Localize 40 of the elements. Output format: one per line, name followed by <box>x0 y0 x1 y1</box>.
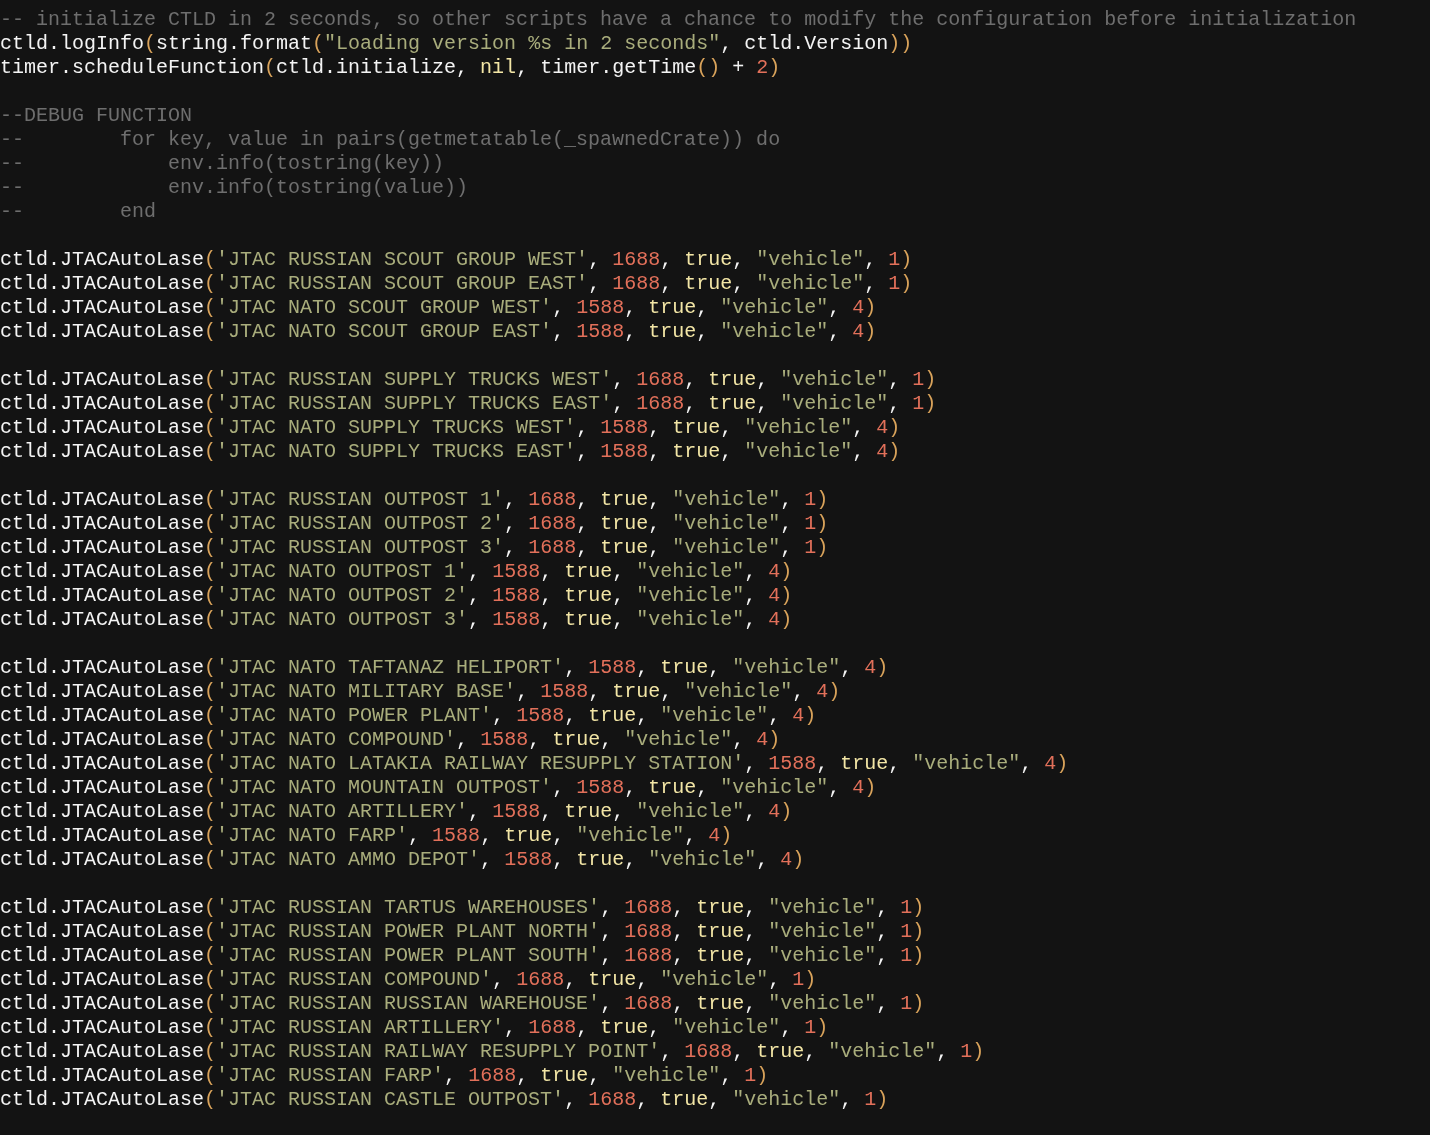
code-line: ctld.JTACAutoLase('JTAC NATO SUPPLY TRUCKS WEST', 1588, true, "vehicle", 4) <box>0 416 901 440</box>
code-line: ctld.JTACAutoLase('JTAC RUSSIAN RUSSIAN WAREHOUSE', 1688, true, "vehicle", 1) <box>0 992 925 1016</box>
code-line: ctld.JTACAutoLase('JTAC NATO POWER PLANT', 1588, true, "vehicle", 4) <box>0 704 817 728</box>
code-line: timer.scheduleFunction(ctld.initialize, nil, timer.getTime() + 2) <box>0 56 781 80</box>
code-line: ctld.JTACAutoLase('JTAC NATO OUTPOST 2', 1588, true, "vehicle", 4) <box>0 584 793 608</box>
code-comment: -- end <box>0 200 157 224</box>
code-line: ctld.logInfo(string.format("Loading version %s in 2 seconds", ctld.Version)) <box>0 32 913 56</box>
code-line: ctld.JTACAutoLase('JTAC RUSSIAN SCOUT GROUP WEST', 1688, true, "vehicle", 1) <box>0 248 913 272</box>
code-line: ctld.JTACAutoLase('JTAC NATO MOUNTAIN OUTPOST', 1588, true, "vehicle", 4) <box>0 776 877 800</box>
code-line: ctld.JTACAutoLase('JTAC RUSSIAN OUTPOST 1', 1688, true, "vehicle", 1) <box>0 488 829 512</box>
code-comment: --DEBUG FUNCTION <box>0 104 193 128</box>
code-comment: -- env.info(tostring(key)) <box>0 152 445 176</box>
code-line: ctld.JTACAutoLase('JTAC RUSSIAN CASTLE OUTPOST', 1688, true, "vehicle", 1) <box>0 1088 889 1112</box>
code-line: ctld.JTACAutoLase('JTAC NATO OUTPOST 3', 1588, true, "vehicle", 4) <box>0 608 793 632</box>
code-line: ctld.JTACAutoLase('JTAC RUSSIAN ARTILLERY', 1688, true, "vehicle", 1) <box>0 1016 829 1040</box>
code-line: ctld.JTACAutoLase('JTAC NATO ARTILLERY', 1588, true, "vehicle", 4) <box>0 800 793 824</box>
code-line: ctld.JTACAutoLase('JTAC NATO TAFTANAZ HELIPORT', 1588, true, "vehicle", 4) <box>0 656 889 680</box>
code-line: ctld.JTACAutoLase('JTAC RUSSIAN POWER PLANT NORTH', 1688, true, "vehicle", 1) <box>0 920 925 944</box>
code-line: ctld.JTACAutoLase('JTAC NATO OUTPOST 1', 1588, true, "vehicle", 4) <box>0 560 793 584</box>
code-line: ctld.JTACAutoLase('JTAC NATO SCOUT GROUP WEST', 1588, true, "vehicle", 4) <box>0 296 877 320</box>
code-line: ctld.JTACAutoLase('JTAC NATO LATAKIA RAILWAY RESUPPLY STATION', 1588, true, "vehicle", 4) <box>0 752 1069 776</box>
code-line: ctld.JTACAutoLase('JTAC NATO FARP', 1588, true, "vehicle", 4) <box>0 824 733 848</box>
code-line: ctld.JTACAutoLase('JTAC RUSSIAN FARP', 1688, true, "vehicle", 1) <box>0 1064 769 1088</box>
code-line: ctld.JTACAutoLase('JTAC RUSSIAN SUPPLY TRUCKS EAST', 1688, true, "vehicle", 1) <box>0 392 937 416</box>
code-line: ctld.JTACAutoLase('JTAC NATO COMPOUND', 1588, true, "vehicle", 4) <box>0 728 781 752</box>
code-comment: -- initialize CTLD in 2 seconds, so other scripts have a chance to modify the configuration before initialization <box>0 8 1357 32</box>
code-line: ctld.JTACAutoLase('JTAC NATO MILITARY BASE', 1588, true, "vehicle", 4) <box>0 680 841 704</box>
code-line: ctld.JTACAutoLase('JTAC RUSSIAN OUTPOST 3', 1688, true, "vehicle", 1) <box>0 536 829 560</box>
code-line: ctld.JTACAutoLase('JTAC RUSSIAN OUTPOST 2', 1688, true, "vehicle", 1) <box>0 512 829 536</box>
code-line: ctld.JTACAutoLase('JTAC NATO AMMO DEPOT', 1588, true, "vehicle", 4) <box>0 848 805 872</box>
code-line: ctld.JTACAutoLase('JTAC NATO SCOUT GROUP EAST', 1588, true, "vehicle", 4) <box>0 320 877 344</box>
code-line: ctld.JTACAutoLase('JTAC RUSSIAN COMPOUND', 1688, true, "vehicle", 1) <box>0 968 817 992</box>
code-line: ctld.JTACAutoLase('JTAC RUSSIAN TARTUS WAREHOUSES', 1688, true, "vehicle", 1) <box>0 896 925 920</box>
code-comment: -- for key, value in pairs(getmetatable(_spawnedCrate)) do <box>0 128 781 152</box>
code-line: ctld.JTACAutoLase('JTAC RUSSIAN RAILWAY RESUPPLY POINT', 1688, true, "vehicle", 1) <box>0 1040 985 1064</box>
code-line: ctld.JTACAutoLase('JTAC RUSSIAN POWER PLANT SOUTH', 1688, true, "vehicle", 1) <box>0 944 925 968</box>
code-comment: -- env.info(tostring(value)) <box>0 176 469 200</box>
code-line: ctld.JTACAutoLase('JTAC NATO SUPPLY TRUCKS EAST', 1588, true, "vehicle", 4) <box>0 440 901 464</box>
code-line: ctld.JTACAutoLase('JTAC RUSSIAN SUPPLY TRUCKS WEST', 1688, true, "vehicle", 1) <box>0 368 937 392</box>
code-line: ctld.JTACAutoLase('JTAC RUSSIAN SCOUT GROUP EAST', 1688, true, "vehicle", 1) <box>0 272 913 296</box>
